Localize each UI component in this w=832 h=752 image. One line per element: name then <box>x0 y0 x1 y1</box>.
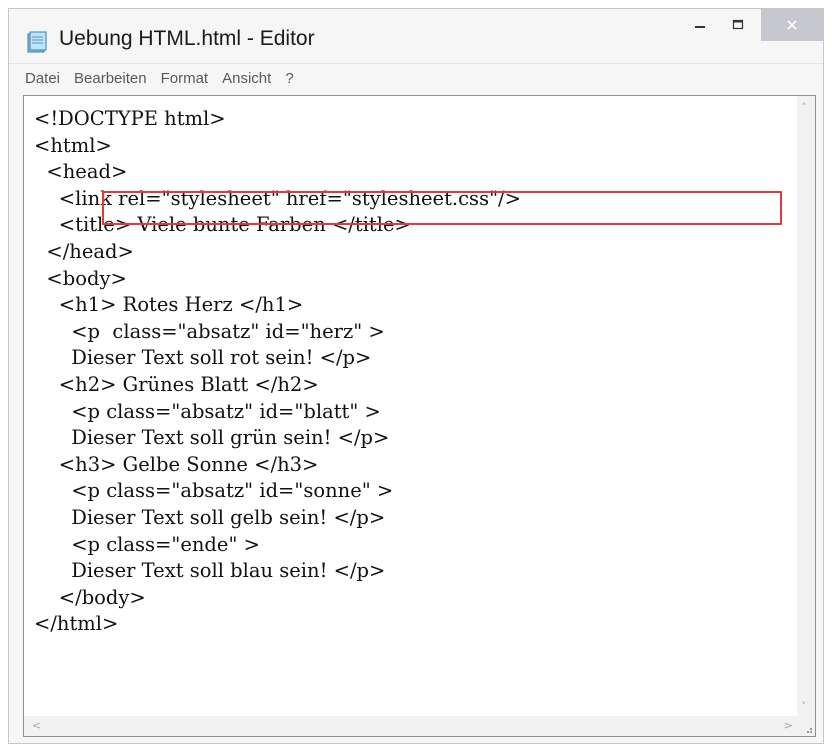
code-line: </body> <box>34 585 146 609</box>
code-line: <!DOCTYPE html> <box>34 107 226 130</box>
window-title: Uebung HTML.html - Editor <box>59 27 315 50</box>
minimize-icon <box>695 26 705 28</box>
maximize-button[interactable] <box>721 9 755 41</box>
code-line: Dieser Text soll gelb sein! </p> <box>34 505 386 529</box>
maximize-icon <box>732 19 744 30</box>
code-line: <p class="absatz" id="blatt" > <box>34 399 381 423</box>
menu-item-ansicht[interactable]: Ansicht <box>222 70 271 87</box>
menu-item-help[interactable]: ? <box>285 70 293 87</box>
highlight-annotation-box <box>102 191 782 225</box>
code-line: Dieser Text soll blau sein! </p> <box>34 559 386 583</box>
scroll-up-icon[interactable]: ˄ <box>801 102 807 113</box>
vertical-scrollbar[interactable]: ˄ ˅ <box>797 96 815 716</box>
code-line: <body> <box>34 266 127 290</box>
title-bar[interactable]: Uebung HTML.html - Editor <box>9 9 823 61</box>
resize-grip-icon <box>807 728 812 733</box>
scroll-left-icon[interactable]: < <box>32 720 41 731</box>
horizontal-scrollbar[interactable]: < > <box>24 716 799 736</box>
scroll-down-icon[interactable]: ˅ <box>801 701 807 712</box>
code-line: <html> <box>34 133 112 157</box>
code-line: Dieser Text soll rot sein! </p> <box>34 346 372 370</box>
code-line: Dieser Text soll grün sein! </p> <box>34 426 390 450</box>
code-line: </html> <box>34 612 119 636</box>
resize-grip[interactable] <box>797 716 815 736</box>
close-icon <box>787 20 797 30</box>
menu-item-bearbeiten[interactable]: Bearbeiten <box>74 70 147 87</box>
code-line: <h2> Grünes Blatt </h2> <box>34 372 319 396</box>
text-editor-area[interactable]: <!DOCTYPE html> <html> <head> <link rel=… <box>23 95 816 737</box>
code-text[interactable]: <!DOCTYPE html> <html> <head> <link rel=… <box>34 106 521 638</box>
menu-bar: Datei Bearbeiten Format Ansicht ? <box>9 63 823 93</box>
code-line: <p class="absatz" id="sonne" > <box>34 479 394 503</box>
menu-item-format[interactable]: Format <box>161 70 209 87</box>
editor-window: Uebung HTML.html - Editor Datei Bearbeit… <box>8 8 824 744</box>
code-line: <h1> Rotes Herz </h1> <box>34 293 304 317</box>
code-line: </head> <box>34 239 134 263</box>
code-line: <head> <box>34 160 128 184</box>
menu-item-datei[interactable]: Datei <box>25 70 60 87</box>
code-line: <p class="absatz" id="herz" > <box>34 319 385 343</box>
code-line: <h3> Gelbe Sonne </h3> <box>34 452 319 476</box>
notepad-icon <box>27 31 47 53</box>
code-line: <p class="ende" > <box>34 532 260 556</box>
minimize-button[interactable] <box>683 9 717 41</box>
close-button[interactable] <box>761 9 823 41</box>
scroll-right-icon[interactable]: > <box>784 720 793 731</box>
